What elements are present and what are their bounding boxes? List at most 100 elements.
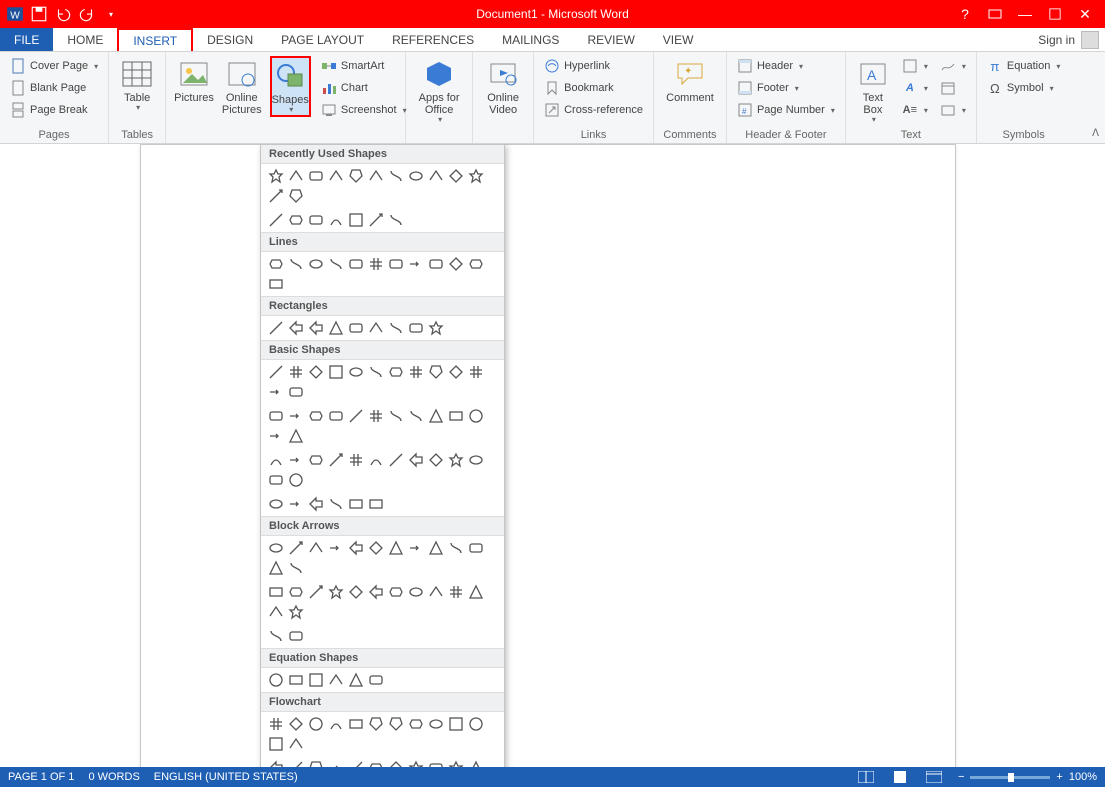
shape-item[interactable] (427, 539, 445, 557)
shape-item[interactable] (307, 539, 325, 557)
shape-item[interactable] (267, 363, 285, 381)
shape-item[interactable] (287, 735, 305, 753)
zoom-out-icon[interactable]: − (958, 771, 964, 783)
shape-item[interactable] (387, 363, 405, 381)
shape-item[interactable] (327, 255, 345, 273)
qat-customize-icon[interactable]: ▾ (102, 5, 120, 23)
shape-item[interactable] (287, 495, 305, 513)
shape-item[interactable] (307, 211, 325, 229)
zoom-slider[interactable] (970, 776, 1050, 779)
shape-item[interactable] (307, 495, 325, 513)
quick-parts-button[interactable] (900, 56, 930, 76)
shape-item[interactable] (267, 495, 285, 513)
shape-item[interactable] (267, 627, 285, 645)
shape-item[interactable] (307, 671, 325, 689)
shape-item[interactable] (367, 255, 385, 273)
shape-item[interactable] (347, 451, 365, 469)
shape-item[interactable] (447, 715, 465, 733)
chart-button[interactable]: Chart (319, 78, 409, 98)
shape-item[interactable] (327, 671, 345, 689)
shape-item[interactable] (307, 319, 325, 337)
smartart-button[interactable]: SmartArt (319, 56, 409, 76)
shape-item[interactable] (467, 363, 485, 381)
shape-item[interactable] (267, 539, 285, 557)
shape-item[interactable] (387, 255, 405, 273)
shape-item[interactable] (307, 167, 325, 185)
shape-item[interactable] (347, 671, 365, 689)
tab-home[interactable]: HOME (53, 28, 117, 51)
shape-item[interactable] (327, 715, 345, 733)
shape-item[interactable] (347, 255, 365, 273)
shape-item[interactable] (327, 407, 345, 425)
shape-item[interactable] (307, 407, 325, 425)
shape-item[interactable] (267, 735, 285, 753)
shape-item[interactable] (447, 759, 465, 767)
shape-item[interactable] (427, 167, 445, 185)
tab-view[interactable]: VIEW (649, 28, 708, 51)
shape-item[interactable] (407, 759, 425, 767)
online-video-button[interactable]: Online Video (481, 56, 525, 116)
shape-item[interactable] (327, 583, 345, 601)
tab-page-layout[interactable]: PAGE LAYOUT (267, 28, 378, 51)
cross-reference-button[interactable]: Cross-reference (542, 100, 645, 120)
shape-item[interactable] (387, 539, 405, 557)
shape-item[interactable] (427, 255, 445, 273)
shape-item[interactable] (427, 319, 445, 337)
tab-mailings[interactable]: MAILINGS (488, 28, 573, 51)
shape-item[interactable] (287, 759, 305, 767)
shape-item[interactable] (427, 451, 445, 469)
shape-item[interactable] (327, 211, 345, 229)
shape-item[interactable] (427, 715, 445, 733)
page-number-button[interactable]: #Page Number (735, 100, 837, 120)
shape-item[interactable] (267, 759, 285, 767)
tab-insert[interactable]: INSERT (117, 28, 193, 51)
tab-file[interactable]: FILE (0, 28, 53, 51)
shape-item[interactable] (387, 407, 405, 425)
shape-item[interactable] (467, 583, 485, 601)
shape-item[interactable] (267, 383, 285, 401)
shape-item[interactable] (267, 671, 285, 689)
apps-button[interactable]: Apps for Office (414, 56, 464, 125)
cover-page-button[interactable]: Cover Page (8, 56, 100, 76)
shape-item[interactable] (467, 407, 485, 425)
shape-item[interactable] (267, 427, 285, 445)
shape-item[interactable] (367, 583, 385, 601)
shape-item[interactable] (407, 255, 425, 273)
close-icon[interactable]: ✕ (1075, 4, 1095, 24)
shape-item[interactable] (307, 363, 325, 381)
object-button[interactable] (938, 100, 968, 120)
shape-item[interactable] (347, 539, 365, 557)
shape-item[interactable] (447, 167, 465, 185)
shape-item[interactable] (367, 451, 385, 469)
shape-item[interactable] (287, 427, 305, 445)
shape-item[interactable] (367, 495, 385, 513)
shape-item[interactable] (467, 539, 485, 557)
tab-design[interactable]: DESIGN (193, 28, 267, 51)
shape-item[interactable] (327, 759, 345, 767)
signature-line-button[interactable] (938, 56, 968, 76)
shape-item[interactable] (327, 319, 345, 337)
shape-item[interactable] (367, 211, 385, 229)
maximize-icon[interactable] (1045, 4, 1065, 24)
shape-item[interactable] (327, 167, 345, 185)
ribbon-display-icon[interactable] (985, 4, 1005, 24)
shape-item[interactable] (287, 583, 305, 601)
zoom-in-icon[interactable]: + (1056, 771, 1062, 783)
shape-item[interactable] (267, 583, 285, 601)
shape-item[interactable] (367, 671, 385, 689)
shape-item[interactable] (387, 715, 405, 733)
read-mode-icon[interactable] (856, 770, 876, 784)
shape-item[interactable] (287, 715, 305, 733)
shape-item[interactable] (287, 319, 305, 337)
help-icon[interactable]: ? (955, 4, 975, 24)
status-language[interactable]: ENGLISH (UNITED STATES) (154, 771, 298, 783)
shape-item[interactable] (347, 167, 365, 185)
shape-item[interactable] (407, 407, 425, 425)
shape-item[interactable] (387, 451, 405, 469)
shape-item[interactable] (447, 407, 465, 425)
status-words[interactable]: 0 WORDS (88, 771, 139, 783)
shape-item[interactable] (267, 167, 285, 185)
shape-item[interactable] (347, 407, 365, 425)
shape-item[interactable] (267, 275, 285, 293)
print-layout-icon[interactable] (890, 770, 910, 784)
